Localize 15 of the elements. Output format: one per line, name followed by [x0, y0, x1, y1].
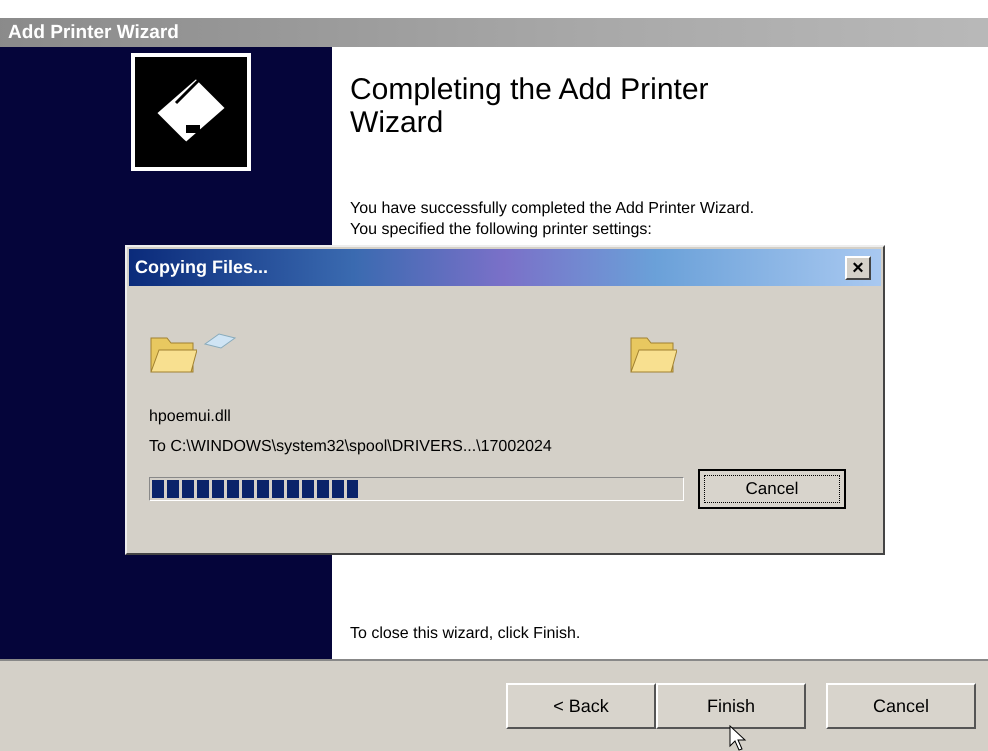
- window-title: Add Printer Wizard: [0, 18, 988, 47]
- printer-icon: [131, 53, 251, 171]
- wizard-heading: Completing the Add Printer Wizard: [350, 73, 710, 139]
- back-button[interactable]: < Back: [506, 683, 656, 729]
- intro-text: You have successfully completed the Add Printer Wizard.: [350, 199, 756, 219]
- mouse-pointer-icon: [729, 725, 747, 751]
- file-name: hpoemui.dll: [149, 407, 232, 427]
- cancel-button[interactable]: Cancel: [698, 468, 846, 509]
- finish-button[interactable]: Finish: [656, 683, 806, 729]
- destination-path: To C:\WINDOWS\system32\spool\DRIVERS...\17002024: [149, 437, 553, 458]
- closing-text: To close this wizard, click Finish.: [350, 624, 582, 644]
- settings-text: You specified the following printer settings:: [350, 220, 653, 240]
- cancel-button[interactable]: Cancel: [826, 683, 976, 729]
- dialog-title: Copying Files...: [135, 257, 268, 278]
- close-button[interactable]: ×: [845, 256, 871, 280]
